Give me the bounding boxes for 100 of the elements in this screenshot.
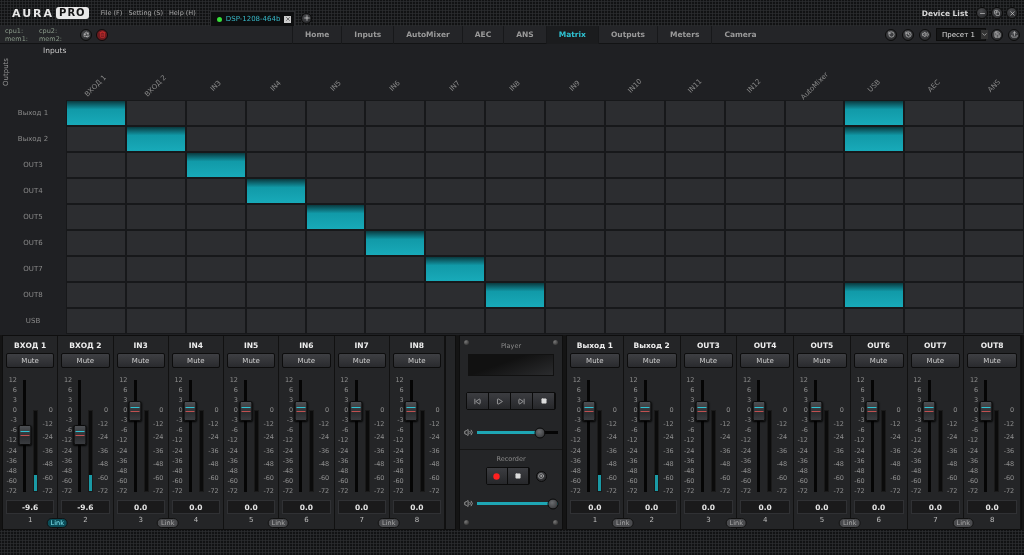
stop-button[interactable]: [533, 393, 555, 409]
matrix-cell[interactable]: [125, 178, 186, 204]
matrix-cell[interactable]: [245, 230, 306, 256]
matrix-cell[interactable]: [485, 256, 545, 282]
recycle-icon[interactable]: [80, 28, 92, 41]
matrix-cell[interactable]: [365, 204, 426, 230]
fader-knob[interactable]: [809, 400, 822, 421]
matrix-cell[interactable]: [844, 282, 905, 308]
minimize-icon[interactable]: [976, 7, 988, 19]
matrix-cell[interactable]: [425, 256, 486, 282]
fader-knob[interactable]: [18, 424, 31, 445]
matrix-cell[interactable]: [125, 152, 186, 178]
matrix-cell[interactable]: [844, 256, 905, 282]
matrix-cell[interactable]: [125, 126, 186, 152]
matrix-cell[interactable]: [425, 230, 486, 256]
matrix-cell[interactable]: [365, 230, 426, 256]
matrix-cell[interactable]: [844, 152, 905, 178]
matrix-cell[interactable]: [485, 230, 545, 256]
matrix-cell[interactable]: [365, 178, 426, 204]
matrix-cell[interactable]: [185, 178, 246, 204]
matrix-cell[interactable]: [844, 126, 905, 152]
save-icon[interactable]: [991, 28, 1003, 41]
matrix-cell[interactable]: [784, 282, 845, 308]
history-icon[interactable]: [902, 28, 914, 41]
fader-knob[interactable]: [404, 400, 418, 421]
fader-knob[interactable]: [979, 400, 993, 421]
matrix-cell[interactable]: [66, 152, 126, 178]
fader-knob[interactable]: [128, 400, 142, 421]
fader-knob[interactable]: [239, 400, 252, 421]
matrix-cell[interactable]: [365, 282, 426, 308]
matrix-cell[interactable]: [724, 308, 785, 334]
maximize-icon[interactable]: [991, 7, 1003, 19]
matrix-cell[interactable]: [904, 282, 965, 308]
matrix-cell[interactable]: [425, 204, 486, 230]
fader-knob[interactable]: [73, 424, 87, 445]
matrix-cell[interactable]: [305, 230, 366, 256]
matrix-cell[interactable]: [784, 256, 845, 282]
upload-icon[interactable]: [1008, 28, 1020, 41]
matrix-cell[interactable]: [305, 178, 366, 204]
matrix-cell[interactable]: [245, 204, 306, 230]
fader-knob[interactable]: [752, 400, 766, 421]
matrix-cell[interactable]: [245, 152, 306, 178]
matrix-cell[interactable]: [305, 308, 366, 334]
matrix-cell[interactable]: [365, 256, 426, 282]
matrix-cell[interactable]: [964, 308, 1024, 334]
matrix-cell[interactable]: [844, 100, 905, 126]
matrix-cell[interactable]: [185, 152, 246, 178]
matrix-cell[interactable]: [904, 152, 965, 178]
matrix-cell[interactable]: [784, 152, 845, 178]
matrix-cell[interactable]: [125, 308, 186, 334]
matrix-cell[interactable]: [904, 308, 965, 334]
matrix-cell[interactable]: [185, 100, 246, 126]
close-icon[interactable]: [284, 15, 292, 23]
matrix-cell[interactable]: [185, 126, 246, 152]
matrix-cell[interactable]: [185, 204, 246, 230]
fader-knob[interactable]: [922, 400, 936, 421]
matrix-cell[interactable]: [425, 308, 486, 334]
fader-knob[interactable]: [638, 400, 652, 421]
matrix-cell[interactable]: [545, 308, 605, 334]
matrix-cell[interactable]: [185, 308, 246, 334]
trash-icon[interactable]: [96, 28, 108, 41]
record-button[interactable]: [486, 468, 508, 484]
matrix-cell[interactable]: [305, 256, 366, 282]
fader-knob[interactable]: [349, 400, 363, 421]
next-button[interactable]: [511, 393, 533, 409]
fader-knob[interactable]: [294, 400, 308, 421]
play-button[interactable]: [489, 393, 511, 409]
fader-knob[interactable]: [582, 400, 595, 421]
fader-knob[interactable]: [695, 400, 709, 421]
matrix-cell[interactable]: [425, 282, 486, 308]
slider-thumb[interactable]: [547, 498, 559, 509]
matrix-cell[interactable]: [784, 100, 845, 126]
matrix-cell[interactable]: [604, 308, 665, 334]
matrix-cell[interactable]: [245, 178, 306, 204]
close-icon[interactable]: [1006, 7, 1018, 19]
matrix-cell[interactable]: [245, 308, 306, 334]
matrix-cell[interactable]: [904, 256, 965, 282]
matrix-cell[interactable]: [904, 100, 965, 126]
matrix-cell[interactable]: [664, 308, 725, 334]
matrix-cell[interactable]: [545, 256, 605, 282]
speaker-icon[interactable]: [919, 28, 931, 41]
matrix-cell[interactable]: [545, 282, 605, 308]
matrix-cell[interactable]: [125, 100, 186, 126]
add-button[interactable]: [301, 12, 313, 24]
fader-knob[interactable]: [865, 400, 879, 421]
reset-icon[interactable]: [885, 28, 897, 41]
slider-thumb[interactable]: [534, 427, 546, 438]
matrix-cell[interactable]: [305, 152, 366, 178]
matrix-cell[interactable]: [904, 126, 965, 152]
matrix-cell[interactable]: [784, 308, 845, 334]
matrix-cell[interactable]: [305, 204, 366, 230]
matrix-cell[interactable]: [485, 308, 545, 334]
matrix-cell[interactable]: [245, 126, 306, 152]
matrix-cell[interactable]: [485, 282, 545, 308]
matrix-cell[interactable]: [66, 308, 126, 334]
matrix-cell[interactable]: [365, 308, 426, 334]
matrix-cell[interactable]: [66, 126, 126, 152]
matrix-cell[interactable]: [844, 308, 905, 334]
stop-button[interactable]: [507, 468, 529, 484]
matrix-cell[interactable]: [784, 126, 845, 152]
